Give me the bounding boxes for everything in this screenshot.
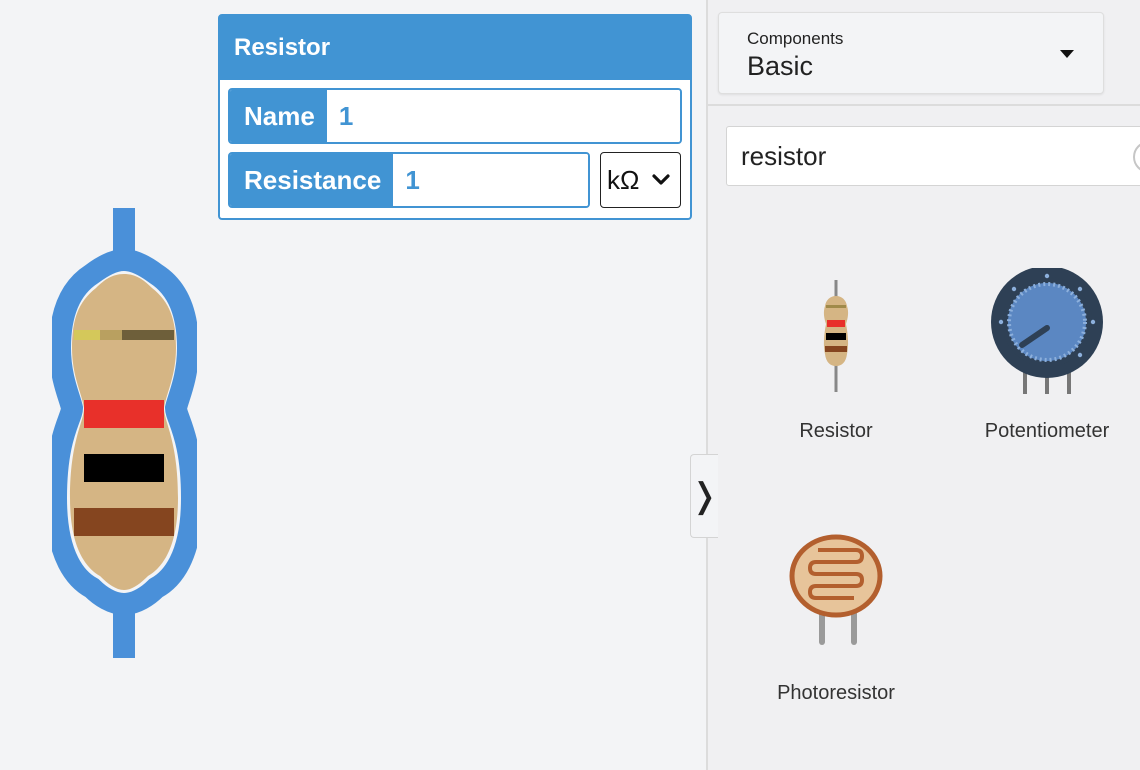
resistor-label: Resistor (799, 420, 873, 442)
component-tile-photoresistor[interactable]: Photoresistor (748, 530, 924, 710)
band-gold-2 (100, 330, 122, 340)
unit-value: kΩ (607, 164, 640, 195)
potentiometer-icon (991, 268, 1103, 394)
components-caption: Components (747, 29, 844, 48)
component-tile-resistor[interactable]: Resistor (768, 262, 904, 452)
resistance-field[interactable]: Resistance 1 (228, 152, 590, 208)
band-red (84, 400, 164, 428)
search-value: resistor (741, 141, 827, 171)
resistance-input[interactable]: 1 (393, 154, 588, 206)
resistance-label: Resistance (230, 154, 394, 206)
name-label: Name (230, 90, 327, 142)
name-field[interactable]: Name 1 (228, 88, 682, 144)
component-tile-potentiometer[interactable]: Potentiometer (978, 262, 1116, 452)
photoresistor-label: Photoresistor (777, 682, 895, 704)
selected-resistor[interactable] (52, 208, 197, 658)
caret-down-icon (1060, 50, 1074, 58)
band-black (84, 454, 164, 482)
chevron-down-icon (652, 174, 670, 185)
chevron-right-icon: ❭ (690, 477, 719, 515)
inspector-title: Resistor (220, 16, 690, 80)
band-gold-1 (74, 330, 100, 340)
clear-search-icon[interactable] (1133, 141, 1140, 173)
unit-select[interactable]: kΩ (600, 152, 681, 208)
canvas[interactable]: Resistor Name 1 Resistance 1 kΩ (0, 0, 706, 770)
search-input[interactable]: resistor (726, 126, 1140, 186)
band-brown (74, 508, 174, 536)
panel-divider (708, 104, 1140, 106)
photoresistor-icon (789, 534, 883, 645)
resistor-icon (823, 280, 849, 392)
components-value: Basic (747, 51, 814, 81)
resistor-body (70, 274, 178, 590)
collapse-panel-toggle[interactable]: ❭ (690, 454, 719, 538)
name-input[interactable]: 1 (326, 90, 680, 142)
property-inspector: Resistor Name 1 Resistance 1 kΩ (218, 14, 692, 220)
components-panel: Components Basic resistor Resistor Poten… (708, 0, 1140, 770)
components-dropdown[interactable]: Components Basic (718, 12, 1104, 94)
panel-splitter[interactable] (706, 0, 708, 770)
potentiometer-label: Potentiometer (984, 420, 1110, 442)
